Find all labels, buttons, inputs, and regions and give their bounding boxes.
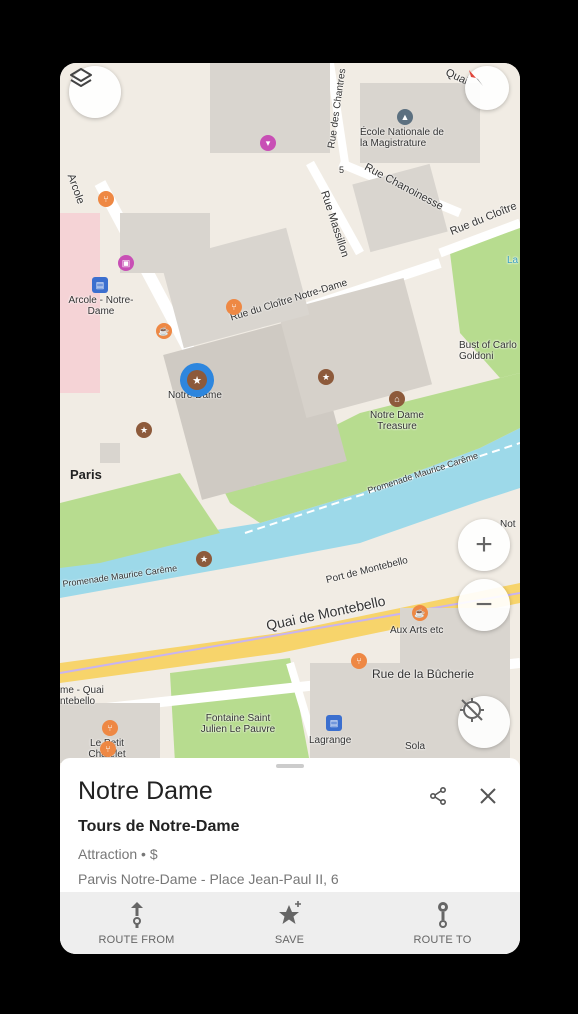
label-sola: Sola: [405, 741, 426, 752]
action-bar: ROUTE FROM SAVE ROUTE TO: [60, 892, 520, 954]
route-to-label: ROUTE TO: [413, 934, 472, 946]
label-arcole-stop: Arcole - Notre-Dame: [68, 295, 134, 317]
star-add-icon: [278, 901, 301, 924]
fork-knife-icon: ⑂: [105, 744, 111, 754]
label-ecole: École Nationale de la Magistrature: [360, 127, 444, 149]
poi-attraction-2[interactable]: ★: [136, 422, 152, 438]
museum-icon: ⌂: [394, 394, 400, 404]
school-icon: ▲: [400, 112, 410, 122]
star-icon: ★: [321, 371, 331, 382]
fork-knife-icon: ⑂: [356, 656, 362, 666]
coffee-icon: ☕: [158, 325, 170, 336]
basket-icon: ▾: [265, 137, 271, 148]
poi-restaurant-5[interactable]: ⑂: [100, 741, 116, 757]
poi-restaurant-4[interactable]: ⑂: [102, 720, 118, 736]
poi-bus-1[interactable]: ▤: [92, 277, 108, 293]
star-icon: ★: [139, 424, 149, 435]
route-to-icon: [437, 902, 448, 928]
gift-icon: ▣: [121, 257, 131, 268]
location-button[interactable]: [458, 696, 510, 748]
phone-screen: Quai de Montebello Port de Montebello Ru…: [60, 63, 520, 954]
poi-gift[interactable]: ▣: [118, 255, 134, 271]
map-view[interactable]: Quai de Montebello Port de Montebello Ru…: [60, 63, 520, 763]
poi-notre-dame-selected[interactable]: ★: [180, 363, 214, 397]
fork-knife-icon: ⑂: [107, 723, 113, 733]
zoom-in-button[interactable]: +: [458, 519, 510, 571]
label-treasure: Notre Dame Treasure: [370, 410, 424, 432]
poi-shop[interactable]: ▾: [260, 135, 276, 151]
poi-bus-2[interactable]: ▤: [326, 715, 342, 731]
close-icon: [480, 788, 496, 804]
share-icon: [429, 786, 447, 806]
route-from-label: ROUTE FROM: [98, 934, 175, 946]
poi-restaurant-3[interactable]: ⑂: [351, 653, 367, 669]
label-bust: Bust of Carlo Goldoni: [459, 340, 517, 362]
label-la: La: [507, 255, 519, 266]
label-quai-montebello-stop: me - Quai ntebello: [60, 685, 104, 707]
poi-treasure[interactable]: ⌂: [389, 391, 405, 407]
compass-button[interactable]: [465, 66, 509, 110]
route-to-button[interactable]: ROUTE TO: [366, 892, 519, 954]
star-icon: ★: [199, 553, 209, 564]
poi-attraction-1[interactable]: ★: [318, 369, 334, 385]
street-rue-bucherie: Rue de la Bûcherie: [372, 667, 475, 681]
location-off-icon: [460, 698, 484, 722]
place-category: Attraction • $: [78, 846, 158, 862]
place-address[interactable]: Parvis Notre-Dame - Place Jean-Paul II, …: [78, 871, 339, 887]
close-button[interactable]: [475, 783, 501, 809]
fork-knife-icon: ⑂: [103, 194, 109, 204]
compass-icon: [469, 70, 483, 86]
layers-button[interactable]: [69, 66, 121, 118]
poi-attraction-3[interactable]: ★: [196, 551, 212, 567]
bus-icon: ▤: [329, 717, 339, 728]
poi-restaurant-2[interactable]: ⑂: [98, 191, 114, 207]
fork-knife-icon: ⑂: [231, 302, 237, 312]
place-title: Notre Dame: [78, 777, 213, 805]
poi-restaurant-1[interactable]: ⑂: [226, 299, 242, 315]
bus-icon: ▤: [95, 279, 105, 290]
map-canvas[interactable]: [60, 63, 520, 763]
route-from-button[interactable]: ROUTE FROM: [60, 892, 213, 954]
place-subtitle: Tours de Notre-Dame: [78, 818, 240, 835]
label-paris: Paris: [70, 467, 102, 482]
sheet-handle[interactable]: [276, 764, 304, 768]
save-label: SAVE: [274, 934, 305, 946]
label-lagrange: Lagrange: [309, 735, 352, 746]
coffee-icon: ☕: [414, 607, 426, 618]
zoom-out-button[interactable]: −: [458, 579, 510, 631]
poi-cafe-2[interactable]: ☕: [412, 605, 428, 621]
label-fontaine: Fontaine Saint Julien Le Pauvre: [200, 713, 276, 735]
layers-icon: [70, 68, 92, 87]
share-button[interactable]: [425, 783, 451, 809]
poi-school[interactable]: ▲: [397, 109, 413, 125]
street-number-5: 5: [339, 165, 345, 175]
star-icon: ★: [187, 370, 207, 390]
poi-cafe-1[interactable]: ☕: [156, 323, 172, 339]
label-aux-arts: Aux Arts etc: [390, 625, 444, 636]
route-from-icon: [130, 902, 143, 928]
save-button[interactable]: SAVE: [213, 892, 366, 954]
